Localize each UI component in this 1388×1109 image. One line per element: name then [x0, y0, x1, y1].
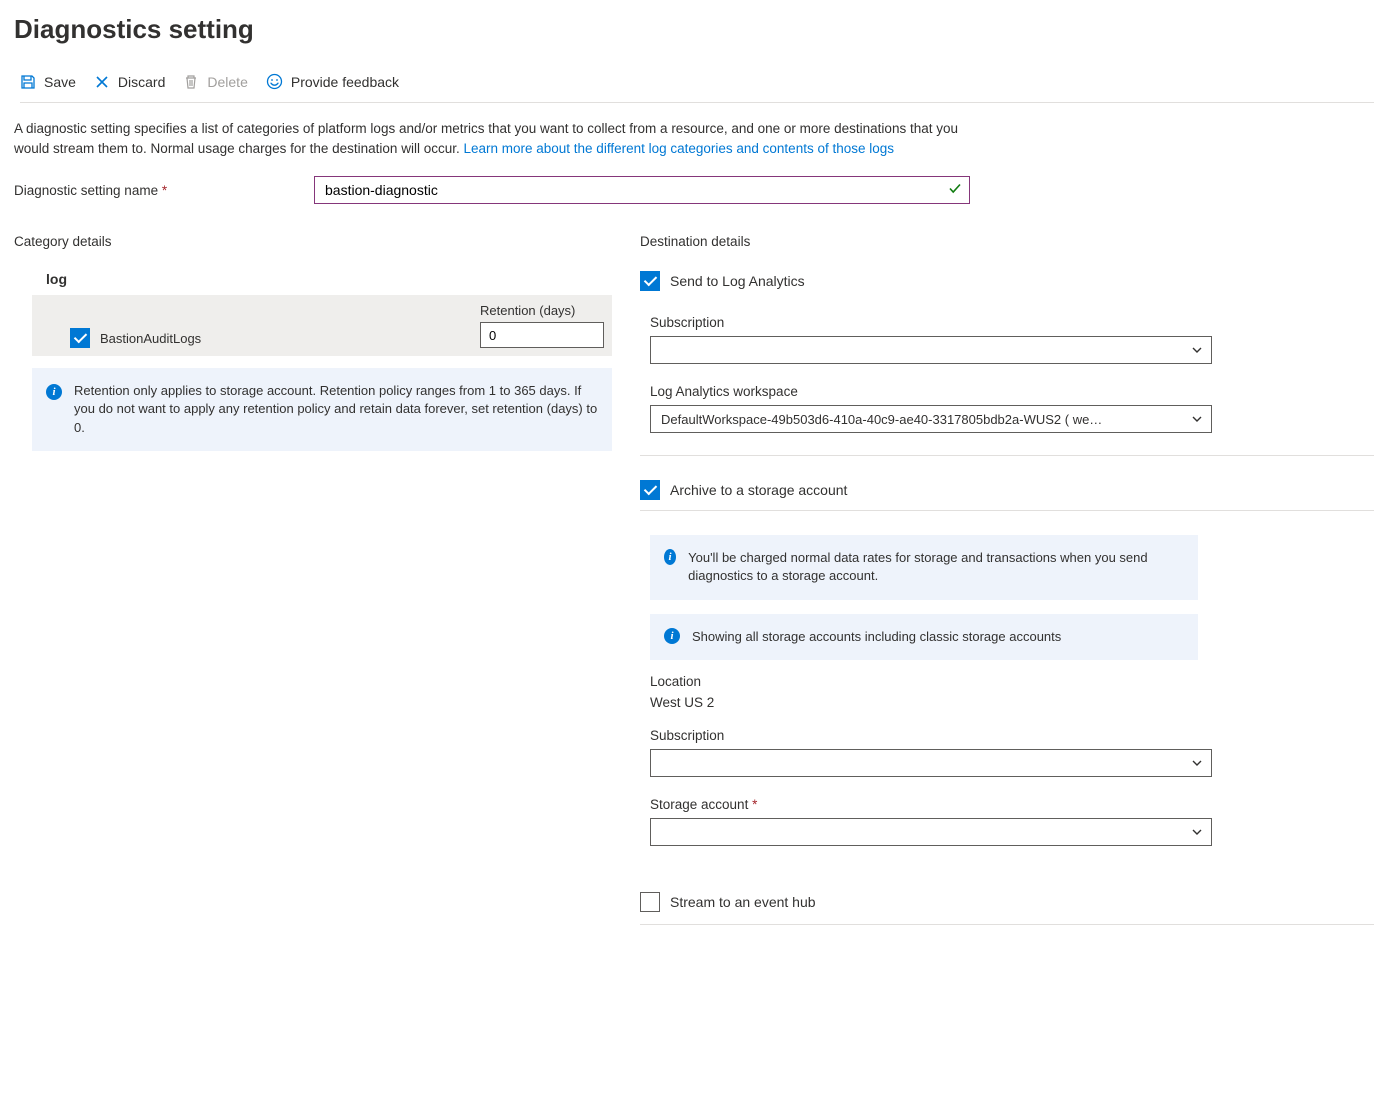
- storage-account-label: Storage account *: [650, 797, 1374, 812]
- storage-charge-info: i You'll be charged normal data rates fo…: [650, 535, 1198, 599]
- stream-eventhub-label: Stream to an event hub: [670, 894, 816, 910]
- chevron-down-icon: [1191, 826, 1203, 838]
- setting-name-input[interactable]: [314, 176, 970, 204]
- send-to-log-analytics-checkbox[interactable]: [640, 271, 660, 291]
- save-button[interactable]: Save: [20, 74, 76, 90]
- la-workspace-label: Log Analytics workspace: [650, 384, 1374, 399]
- info-icon: i: [664, 549, 676, 565]
- feedback-button[interactable]: Provide feedback: [266, 73, 399, 90]
- learn-more-link[interactable]: Learn more about the different log categ…: [463, 141, 894, 156]
- retention-input[interactable]: [480, 322, 604, 348]
- eventhub-section: Stream to an event hub: [640, 892, 1374, 925]
- log-analytics-section: Send to Log Analytics Subscription Log A…: [640, 271, 1374, 456]
- save-icon: [20, 74, 36, 90]
- la-subscription-label: Subscription: [650, 315, 1374, 330]
- info-icon: i: [664, 628, 680, 644]
- page-title: Diagnostics setting: [14, 14, 1374, 45]
- storage-location-value: West US 2: [650, 695, 1374, 710]
- log-header: log: [46, 271, 640, 287]
- checkmark-icon: [948, 182, 962, 199]
- bastion-audit-logs-checkbox[interactable]: [70, 328, 90, 348]
- info-icon: i: [46, 384, 62, 400]
- retention-info-box: i Retention only applies to storage acco…: [32, 368, 612, 451]
- archive-storage-label: Archive to a storage account: [670, 482, 847, 498]
- description-text: A diagnostic setting specifies a list of…: [14, 119, 994, 158]
- delete-icon: [183, 74, 199, 90]
- category-details-title: Category details: [14, 234, 640, 249]
- storage-account-select[interactable]: [650, 818, 1212, 846]
- storage-section: Archive to a storage account i You'll be…: [640, 480, 1374, 868]
- chevron-down-icon: [1191, 413, 1203, 425]
- log-row: BastionAuditLogs Retention (days): [32, 295, 612, 356]
- stream-eventhub-checkbox[interactable]: [640, 892, 660, 912]
- discard-label: Discard: [118, 74, 165, 90]
- la-workspace-select[interactable]: DefaultWorkspace-49b503d6-410a-40c9-ae40…: [650, 405, 1212, 433]
- toolbar: Save Discard Delete Provide feedback: [20, 73, 1374, 103]
- chevron-down-icon: [1191, 344, 1203, 356]
- send-to-log-analytics-label: Send to Log Analytics: [670, 273, 805, 289]
- la-subscription-select[interactable]: [650, 336, 1212, 364]
- smile-icon: [266, 73, 283, 90]
- archive-storage-checkbox[interactable]: [640, 480, 660, 500]
- delete-button: Delete: [183, 74, 247, 90]
- delete-label: Delete: [207, 74, 247, 90]
- bastion-audit-logs-label: BastionAuditLogs: [100, 331, 201, 346]
- close-icon: [94, 74, 110, 90]
- chevron-down-icon: [1191, 757, 1203, 769]
- storage-location-label: Location: [650, 674, 1374, 689]
- storage-subscription-label: Subscription: [650, 728, 1374, 743]
- destination-details-title: Destination details: [640, 234, 1374, 249]
- storage-subscription-select[interactable]: [650, 749, 1212, 777]
- storage-classic-info: i Showing all storage accounts including…: [650, 614, 1198, 660]
- save-label: Save: [44, 74, 76, 90]
- retention-info-text: Retention only applies to storage accoun…: [74, 382, 598, 437]
- setting-name-label: Diagnostic setting name *: [14, 183, 314, 198]
- discard-button[interactable]: Discard: [94, 74, 165, 90]
- retention-label: Retention (days): [480, 303, 604, 318]
- feedback-label: Provide feedback: [291, 74, 399, 90]
